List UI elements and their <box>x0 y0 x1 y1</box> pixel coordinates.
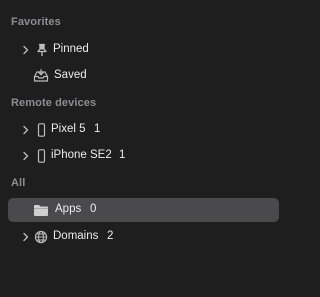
sidebar-item-domains[interactable]: Domains 2 <box>8 225 279 249</box>
sidebar-item-saved[interactable]: Saved <box>8 64 279 88</box>
chevron-right-icon[interactable] <box>21 125 31 135</box>
phone-icon <box>37 149 46 163</box>
phone-icon <box>37 123 46 137</box>
section-header-all: All <box>11 177 26 189</box>
section-header-remote-devices: Remote devices <box>11 97 97 109</box>
section-header-favorites: Favorites <box>11 16 61 28</box>
sidebar-item-label: Pinned <box>53 43 89 55</box>
sidebar-item-label: iPhone SE2 <box>51 149 112 161</box>
item-count: 1 <box>119 149 126 161</box>
folder-icon <box>34 205 48 216</box>
tray-icon <box>33 69 49 82</box>
chevron-right-icon[interactable] <box>21 45 31 55</box>
sidebar-item-iphone-se2[interactable]: iPhone SE2 1 <box>8 144 279 168</box>
sidebar: Favorites Pinned Saved Remote devices Pi… <box>0 0 285 297</box>
chevron-right-icon[interactable] <box>21 151 31 161</box>
chevron-right-icon[interactable] <box>21 232 31 242</box>
globe-icon <box>34 230 48 244</box>
item-count: 0 <box>90 203 97 215</box>
sidebar-item-pinned[interactable]: Pinned <box>8 38 279 62</box>
item-count: 2 <box>107 230 114 242</box>
sidebar-item-pixel-5[interactable]: Pixel 5 1 <box>8 118 279 142</box>
pin-icon <box>37 43 47 56</box>
sidebar-item-label: Apps <box>55 203 82 215</box>
sidebar-item-apps[interactable]: Apps 0 <box>8 198 279 222</box>
sidebar-item-label: Pixel 5 <box>51 123 86 135</box>
sidebar-item-label: Saved <box>54 69 87 81</box>
item-count: 1 <box>94 123 101 135</box>
sidebar-item-label: Domains <box>53 230 99 242</box>
